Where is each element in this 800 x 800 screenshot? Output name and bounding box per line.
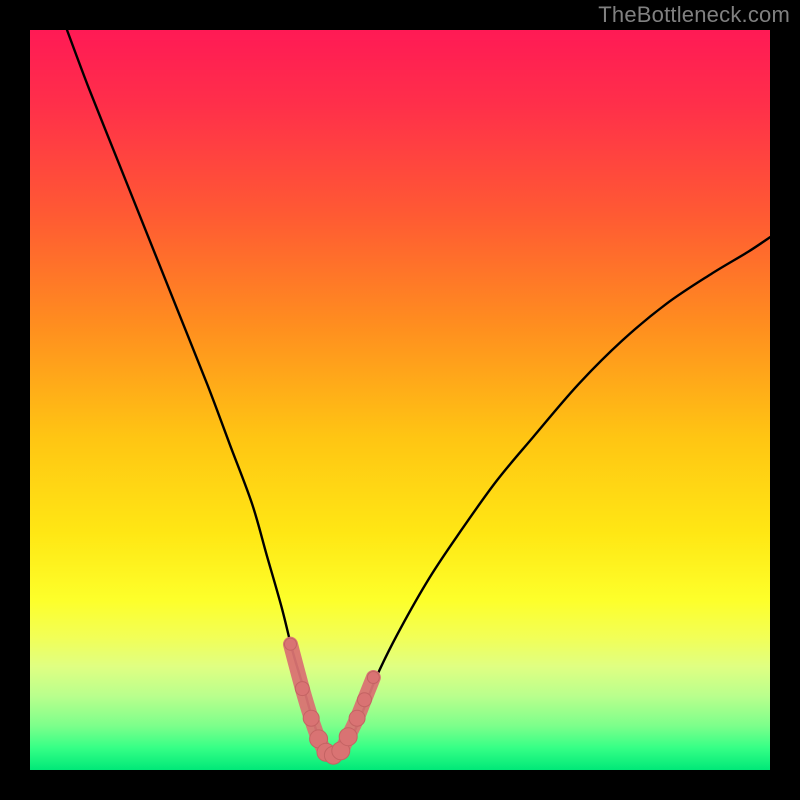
marker-dot xyxy=(339,728,357,746)
marker-dot xyxy=(303,710,319,726)
bottleneck-chart xyxy=(0,0,800,800)
marker-dot xyxy=(284,638,296,650)
watermark-text: TheBottleneck.com xyxy=(598,2,790,28)
marker-dot xyxy=(367,672,379,684)
chart-frame: TheBottleneck.com xyxy=(0,0,800,800)
plot-background xyxy=(30,30,770,770)
marker-dot xyxy=(357,693,371,707)
marker-dot xyxy=(295,682,309,696)
marker-dot xyxy=(349,710,365,726)
